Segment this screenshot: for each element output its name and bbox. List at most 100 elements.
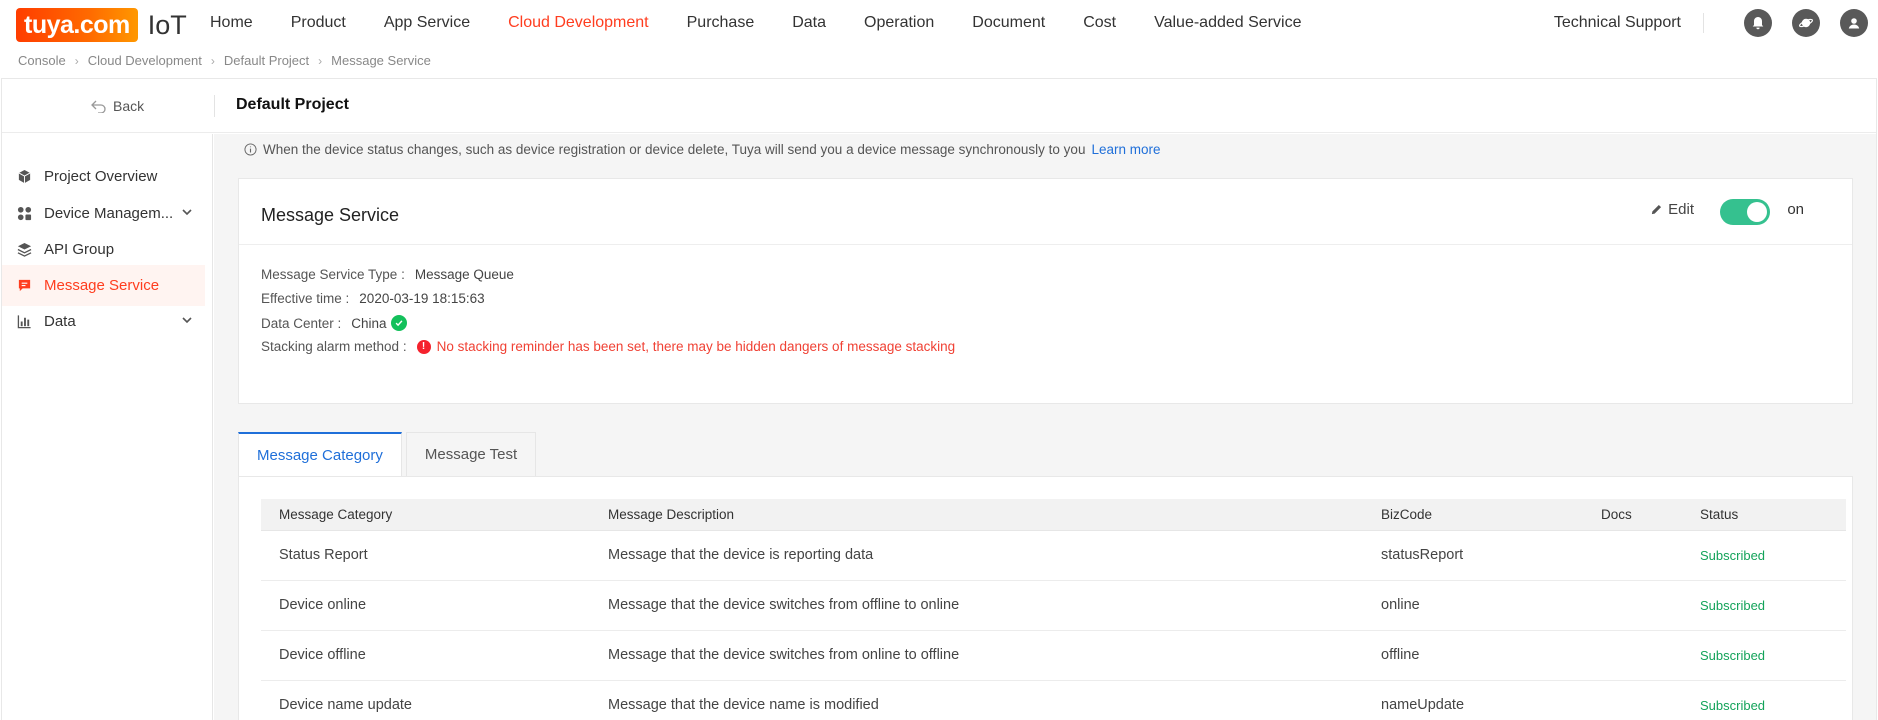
back-arrow-icon bbox=[91, 100, 106, 113]
field-stacking-alarm: Stacking alarm method : ! No stacking re… bbox=[261, 339, 955, 354]
tab-message-test[interactable]: Message Test bbox=[405, 432, 537, 476]
sidebar-item-label: Message Service bbox=[44, 277, 160, 294]
grid-icon bbox=[16, 206, 32, 222]
nav-product[interactable]: Product bbox=[291, 14, 346, 32]
nav-home[interactable]: Home bbox=[210, 14, 253, 32]
bizcode-cell: online bbox=[1363, 580, 1583, 631]
nav-app-service[interactable]: App Service bbox=[384, 14, 470, 32]
header-divider bbox=[214, 95, 215, 117]
field-label: Message Service Type : bbox=[261, 267, 405, 282]
breadcrumb: Console › Cloud Development › Default Pr… bbox=[18, 53, 431, 68]
column-header: Docs bbox=[1583, 499, 1682, 531]
message-service-card: Message Service Edit on Message Service … bbox=[238, 178, 1853, 404]
chevron-down-icon bbox=[182, 317, 192, 324]
column-header: Message Description bbox=[590, 499, 1363, 531]
nav-value-added-service[interactable]: Value-added Service bbox=[1154, 14, 1301, 32]
status-cell: Subscribed bbox=[1682, 580, 1846, 631]
sidebar-item-data[interactable]: Data bbox=[2, 301, 205, 342]
main-content: When the device status changes, such as … bbox=[214, 134, 1876, 720]
field-value: Message Queue bbox=[414, 267, 514, 282]
project-header: Back Default Project bbox=[2, 80, 1876, 133]
breadcrumb-cloud-development[interactable]: Cloud Development bbox=[88, 53, 202, 68]
sidebar-item-device-management[interactable]: Device Managem... bbox=[2, 193, 205, 234]
main-nav: Home Product App Service Cloud Developme… bbox=[210, 0, 1339, 46]
table-row: Device offline Message that the device s… bbox=[261, 630, 1846, 681]
bar-chart-icon bbox=[16, 314, 32, 330]
pencil-icon bbox=[1651, 204, 1662, 215]
planet-icon[interactable] bbox=[1792, 9, 1820, 37]
info-banner: When the device status changes, such as … bbox=[244, 142, 1161, 157]
toggle-label: on bbox=[1787, 201, 1804, 218]
logo-product: IoT bbox=[147, 9, 187, 40]
nav-purchase[interactable]: Purchase bbox=[687, 14, 755, 32]
logo-brand: tuya.com bbox=[16, 8, 138, 42]
back-button[interactable]: Back bbox=[90, 98, 144, 114]
bizcode-cell: nameUpdate bbox=[1363, 680, 1583, 720]
stacking-warning: ! No stacking reminder has been set, the… bbox=[416, 339, 956, 354]
docs-cell bbox=[1583, 530, 1682, 581]
card-divider bbox=[239, 244, 1852, 245]
table-row: Status Report Message that the device is… bbox=[261, 530, 1846, 581]
breadcrumb-separator-icon: › bbox=[210, 53, 215, 68]
sidebar: Project Overview Device Managem... API G… bbox=[2, 134, 213, 720]
docs-cell bbox=[1583, 630, 1682, 681]
nav-cloud-development[interactable]: Cloud Development bbox=[508, 14, 649, 32]
sidebar-item-label: Data bbox=[44, 313, 76, 330]
nav-data[interactable]: Data bbox=[792, 14, 826, 32]
chevron-down-icon bbox=[182, 209, 192, 216]
breadcrumb-console[interactable]: Console bbox=[18, 53, 66, 68]
warning-text: No stacking reminder has been set, there… bbox=[436, 339, 956, 354]
field-value: China bbox=[351, 315, 387, 331]
description-cell: Message that the device switches from on… bbox=[590, 630, 1363, 681]
column-header: Message Category bbox=[261, 499, 590, 531]
status-cell: Subscribed bbox=[1682, 680, 1846, 720]
tuya-logo[interactable]: tuya.com IoT bbox=[16, 8, 187, 42]
table-row: Device name update Message that the devi… bbox=[261, 680, 1846, 720]
technical-support-link[interactable]: Technical Support bbox=[1554, 13, 1704, 33]
breadcrumb-message-service: Message Service bbox=[331, 53, 431, 68]
description-cell: Message that the device name is modified bbox=[590, 680, 1363, 720]
field-service-type: Message Service Type : Message Queue bbox=[261, 267, 514, 282]
breadcrumb-default-project[interactable]: Default Project bbox=[224, 53, 309, 68]
exclamation-circle-icon: ! bbox=[416, 339, 431, 354]
nav-document[interactable]: Document bbox=[972, 14, 1045, 32]
sidebar-item-api-group[interactable]: API Group bbox=[2, 229, 205, 270]
docs-cell bbox=[1583, 580, 1682, 631]
info-text: When the device status changes, such as … bbox=[263, 142, 1086, 157]
category-cell: Device name update bbox=[261, 680, 590, 720]
cube-icon bbox=[16, 169, 32, 185]
status-cell: Subscribed bbox=[1682, 630, 1846, 681]
description-cell: Message that the device is reporting dat… bbox=[590, 530, 1363, 581]
nav-cost[interactable]: Cost bbox=[1083, 14, 1116, 32]
status-cell: Subscribed bbox=[1682, 530, 1846, 581]
message-category-table: Message Category Message Description Biz… bbox=[261, 499, 1846, 720]
message-category-panel: Message Category Message Description Biz… bbox=[238, 476, 1853, 720]
column-header: BizCode bbox=[1363, 499, 1583, 531]
info-icon bbox=[244, 143, 257, 156]
sidebar-item-label: Project Overview bbox=[44, 168, 158, 185]
card-title: Message Service bbox=[261, 205, 400, 225]
back-label: Back bbox=[113, 98, 145, 114]
column-header: Status bbox=[1682, 499, 1846, 531]
sidebar-item-message-service[interactable]: Message Service bbox=[2, 265, 205, 306]
description-cell: Message that the device switches from of… bbox=[590, 580, 1363, 631]
service-toggle[interactable] bbox=[1720, 199, 1770, 225]
field-label: Stacking alarm method : bbox=[261, 339, 407, 354]
category-cell: Device online bbox=[261, 580, 590, 631]
bell-icon[interactable] bbox=[1744, 9, 1772, 37]
sidebar-item-project-overview[interactable]: Project Overview bbox=[2, 156, 205, 197]
learn-more-link[interactable]: Learn more bbox=[1091, 142, 1160, 157]
field-data-center: Data Center : China bbox=[261, 315, 407, 331]
bizcode-cell: offline bbox=[1363, 630, 1583, 681]
bizcode-cell: statusReport bbox=[1363, 530, 1583, 581]
tab-message-category[interactable]: Message Category bbox=[238, 432, 402, 476]
user-avatar-icon[interactable] bbox=[1840, 9, 1868, 37]
sidebar-item-label: Device Managem... bbox=[44, 205, 174, 222]
nav-operation[interactable]: Operation bbox=[864, 14, 934, 32]
nav-right: Technical Support bbox=[1554, 0, 1868, 46]
field-label: Effective time : bbox=[261, 291, 350, 306]
edit-button[interactable]: Edit bbox=[1650, 201, 1694, 218]
breadcrumb-separator-icon: › bbox=[74, 53, 79, 68]
category-cell: Status Report bbox=[261, 530, 590, 581]
category-cell: Device offline bbox=[261, 630, 590, 681]
